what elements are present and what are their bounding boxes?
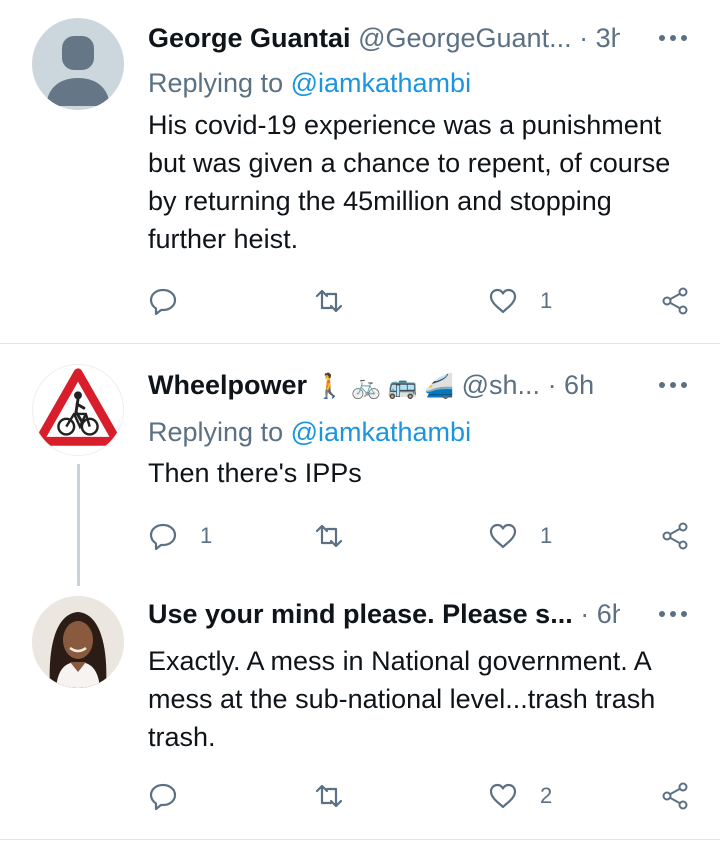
tweet-header: Wheelpower 🚶 🚲 🚌 🚄 @sh... · 6h [148,365,620,405]
display-name[interactable]: George Guantai [148,23,351,53]
replying-to: Replying to @iamkathambi [148,65,471,101]
tweet-actions: 2 [148,776,693,816]
share-icon [662,782,688,810]
tweet-use-your-mind[interactable]: Use your mind please. Please s... · 6h E… [0,580,720,839]
share-icon [662,522,688,550]
heart-icon [489,783,517,809]
display-name[interactable]: Use your mind please. Please s... [148,599,573,629]
more-options-icon[interactable] [658,18,688,58]
retweet-button[interactable] [314,516,344,556]
tweet-actions: 1 [148,281,693,321]
tweet-wheelpower[interactable]: Wheelpower 🚶 🚲 🚌 🚄 @sh... · 6h Replying … [0,344,720,586]
replying-to-mention[interactable]: @iamkathambi [291,68,471,98]
reply-icon [149,523,177,551]
tweet-header: George Guantai @GeorgeGuant... · 3h [148,18,620,58]
user-handle[interactable]: @sh... [462,370,540,400]
retweet-icon [315,784,343,808]
reply-button[interactable] [148,776,178,816]
tweet-text: Then there's IPPs [148,458,362,488]
avatar-default[interactable] [32,18,124,110]
cycle-warning-sign-icon [34,368,122,446]
user-handle[interactable]: @GeorgeGuant... [358,23,572,53]
profile-photo-icon [32,596,124,688]
replying-to-label: Replying to [148,68,291,98]
retweet-icon [315,289,343,313]
share-button[interactable] [660,516,690,556]
reply-icon [149,783,177,811]
like-count: 2 [540,783,553,808]
name-emojis: 🚶 🚲 🚌 🚄 [314,372,455,400]
tweet-header: Use your mind please. Please s... · 6h [148,594,620,634]
reply-button[interactable]: 1 [148,516,212,556]
display-name[interactable]: Wheelpower [148,370,307,400]
tweet-text: His covid-19 experience was a punishment… [148,110,671,254]
retweet-icon [315,524,343,548]
timestamp[interactable]: · 3h [579,23,620,53]
reply-icon [149,288,177,316]
reply-button[interactable] [148,281,178,321]
avatar-wheelpower[interactable] [32,364,124,456]
default-profile-icon [46,36,110,106]
tweet-george-guantai[interactable]: George Guantai @GeorgeGuant... · 3h Repl… [0,0,720,343]
like-count: 1 [540,288,553,313]
like-button[interactable]: 1 [488,281,552,321]
more-options-icon[interactable] [658,365,688,405]
timestamp[interactable]: · 6h [580,599,620,629]
heart-icon [489,523,517,549]
like-button[interactable]: 1 [488,516,552,556]
replying-to-mention[interactable]: @iamkathambi [291,417,471,447]
reply-count: 1 [200,523,213,548]
heart-icon [489,288,517,314]
divider [0,839,720,840]
like-count: 1 [540,523,553,548]
avatar-user-photo[interactable] [32,596,124,688]
replying-to-label: Replying to [148,417,291,447]
more-options-icon[interactable] [658,594,688,634]
retweet-button[interactable] [314,281,344,321]
like-button[interactable]: 2 [488,776,552,816]
replying-to: Replying to @iamkathambi [148,414,471,450]
retweet-button[interactable] [314,776,344,816]
tweet-text: Exactly. A mess in National government. … [148,646,656,752]
timestamp[interactable]: · 6h [548,370,595,400]
share-icon [662,287,688,315]
thread-line [77,464,80,586]
tweet-actions: 1 1 [148,516,693,556]
share-button[interactable] [660,776,690,816]
share-button[interactable] [660,281,690,321]
